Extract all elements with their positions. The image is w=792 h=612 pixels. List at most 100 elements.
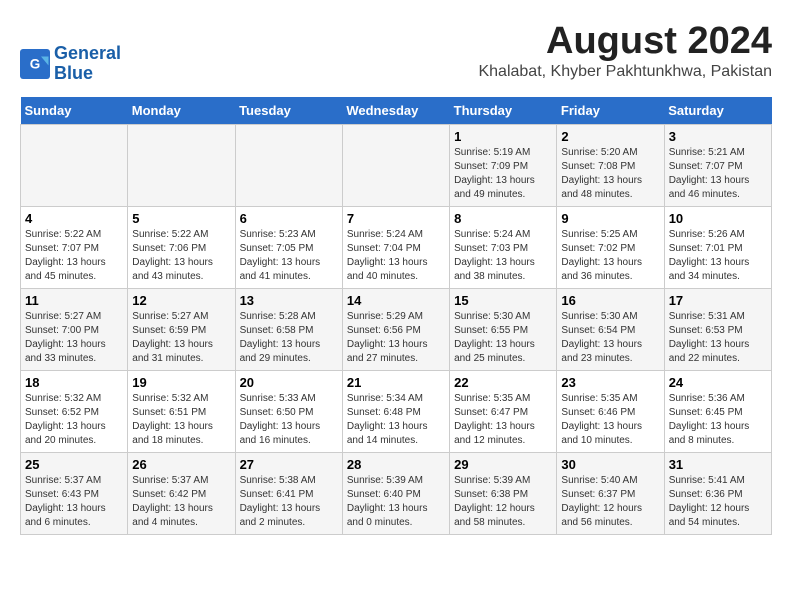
- day-info: Sunrise: 5:32 AMSunset: 6:51 PMDaylight:…: [132, 392, 230, 448]
- day-info: Sunrise: 5:39 AMSunset: 6:38 PMDaylight:…: [454, 474, 552, 530]
- day-number: 16: [561, 293, 659, 308]
- col-friday: Friday: [557, 97, 664, 125]
- cell-2-0: 11 Sunrise: 5:27 AMSunset: 7:00 PMDaylig…: [21, 289, 128, 371]
- day-info: Sunrise: 5:22 AMSunset: 7:06 PMDaylight:…: [132, 228, 230, 284]
- col-tuesday: Tuesday: [235, 97, 342, 125]
- cell-3-6: 24 Sunrise: 5:36 AMSunset: 6:45 PMDaylig…: [664, 371, 771, 453]
- day-number: 23: [561, 375, 659, 390]
- day-number: 17: [669, 293, 767, 308]
- col-monday: Monday: [128, 97, 235, 125]
- day-info: Sunrise: 5:25 AMSunset: 7:02 PMDaylight:…: [561, 228, 659, 284]
- day-number: 9: [561, 211, 659, 226]
- cell-2-2: 13 Sunrise: 5:28 AMSunset: 6:58 PMDaylig…: [235, 289, 342, 371]
- header-row: Sunday Monday Tuesday Wednesday Thursday…: [21, 97, 772, 125]
- cell-0-2: [235, 125, 342, 207]
- day-number: 12: [132, 293, 230, 308]
- day-number: 27: [240, 457, 338, 472]
- day-info: Sunrise: 5:23 AMSunset: 7:05 PMDaylight:…: [240, 228, 338, 284]
- day-info: Sunrise: 5:30 AMSunset: 6:55 PMDaylight:…: [454, 310, 552, 366]
- cell-0-6: 3 Sunrise: 5:21 AMSunset: 7:07 PMDayligh…: [664, 125, 771, 207]
- logo-text: General Blue: [54, 44, 121, 84]
- cell-3-1: 19 Sunrise: 5:32 AMSunset: 6:51 PMDaylig…: [128, 371, 235, 453]
- day-info: Sunrise: 5:28 AMSunset: 6:58 PMDaylight:…: [240, 310, 338, 366]
- cell-1-2: 6 Sunrise: 5:23 AMSunset: 7:05 PMDayligh…: [235, 207, 342, 289]
- week-row-2: 11 Sunrise: 5:27 AMSunset: 7:00 PMDaylig…: [21, 289, 772, 371]
- day-info: Sunrise: 5:27 AMSunset: 7:00 PMDaylight:…: [25, 310, 123, 366]
- day-info: Sunrise: 5:22 AMSunset: 7:07 PMDaylight:…: [25, 228, 123, 284]
- cell-0-3: [342, 125, 449, 207]
- day-info: Sunrise: 5:26 AMSunset: 7:01 PMDaylight:…: [669, 228, 767, 284]
- day-number: 24: [669, 375, 767, 390]
- day-number: 15: [454, 293, 552, 308]
- col-saturday: Saturday: [664, 97, 771, 125]
- cell-4-0: 25 Sunrise: 5:37 AMSunset: 6:43 PMDaylig…: [21, 453, 128, 535]
- cell-3-0: 18 Sunrise: 5:32 AMSunset: 6:52 PMDaylig…: [21, 371, 128, 453]
- day-info: Sunrise: 5:35 AMSunset: 6:47 PMDaylight:…: [454, 392, 552, 448]
- cell-2-6: 17 Sunrise: 5:31 AMSunset: 6:53 PMDaylig…: [664, 289, 771, 371]
- cell-3-4: 22 Sunrise: 5:35 AMSunset: 6:47 PMDaylig…: [450, 371, 557, 453]
- day-info: Sunrise: 5:24 AMSunset: 7:04 PMDaylight:…: [347, 228, 445, 284]
- cell-0-1: [128, 125, 235, 207]
- day-number: 18: [25, 375, 123, 390]
- cell-1-3: 7 Sunrise: 5:24 AMSunset: 7:04 PMDayligh…: [342, 207, 449, 289]
- day-info: Sunrise: 5:33 AMSunset: 6:50 PMDaylight:…: [240, 392, 338, 448]
- cell-4-2: 27 Sunrise: 5:38 AMSunset: 6:41 PMDaylig…: [235, 453, 342, 535]
- svg-text:G: G: [30, 57, 41, 72]
- logo-icon: G: [20, 49, 50, 79]
- logo-line1: General: [54, 44, 121, 64]
- logo-line2: Blue: [54, 64, 121, 84]
- col-thursday: Thursday: [450, 97, 557, 125]
- day-info: Sunrise: 5:41 AMSunset: 6:36 PMDaylight:…: [669, 474, 767, 530]
- cell-3-5: 23 Sunrise: 5:35 AMSunset: 6:46 PMDaylig…: [557, 371, 664, 453]
- day-number: 25: [25, 457, 123, 472]
- day-info: Sunrise: 5:19 AMSunset: 7:09 PMDaylight:…: [454, 146, 552, 202]
- cell-1-1: 5 Sunrise: 5:22 AMSunset: 7:06 PMDayligh…: [128, 207, 235, 289]
- cell-2-4: 15 Sunrise: 5:30 AMSunset: 6:55 PMDaylig…: [450, 289, 557, 371]
- cell-3-3: 21 Sunrise: 5:34 AMSunset: 6:48 PMDaylig…: [342, 371, 449, 453]
- day-number: 4: [25, 211, 123, 226]
- week-row-1: 4 Sunrise: 5:22 AMSunset: 7:07 PMDayligh…: [21, 207, 772, 289]
- day-number: 1: [454, 129, 552, 144]
- week-row-4: 25 Sunrise: 5:37 AMSunset: 6:43 PMDaylig…: [21, 453, 772, 535]
- day-info: Sunrise: 5:40 AMSunset: 6:37 PMDaylight:…: [561, 474, 659, 530]
- calendar-table: Sunday Monday Tuesday Wednesday Thursday…: [20, 97, 772, 535]
- cell-0-0: [21, 125, 128, 207]
- day-number: 5: [132, 211, 230, 226]
- day-info: Sunrise: 5:37 AMSunset: 6:43 PMDaylight:…: [25, 474, 123, 530]
- day-number: 6: [240, 211, 338, 226]
- day-number: 10: [669, 211, 767, 226]
- cell-0-5: 2 Sunrise: 5:20 AMSunset: 7:08 PMDayligh…: [557, 125, 664, 207]
- location-title: Khalabat, Khyber Pakhtunkhwa, Pakistan: [478, 63, 772, 81]
- day-info: Sunrise: 5:27 AMSunset: 6:59 PMDaylight:…: [132, 310, 230, 366]
- day-info: Sunrise: 5:30 AMSunset: 6:54 PMDaylight:…: [561, 310, 659, 366]
- cell-0-4: 1 Sunrise: 5:19 AMSunset: 7:09 PMDayligh…: [450, 125, 557, 207]
- logo: G General Blue: [20, 44, 121, 84]
- day-number: 13: [240, 293, 338, 308]
- day-number: 20: [240, 375, 338, 390]
- cell-3-2: 20 Sunrise: 5:33 AMSunset: 6:50 PMDaylig…: [235, 371, 342, 453]
- day-info: Sunrise: 5:20 AMSunset: 7:08 PMDaylight:…: [561, 146, 659, 202]
- day-number: 26: [132, 457, 230, 472]
- day-info: Sunrise: 5:32 AMSunset: 6:52 PMDaylight:…: [25, 392, 123, 448]
- cell-4-1: 26 Sunrise: 5:37 AMSunset: 6:42 PMDaylig…: [128, 453, 235, 535]
- day-number: 30: [561, 457, 659, 472]
- cell-2-1: 12 Sunrise: 5:27 AMSunset: 6:59 PMDaylig…: [128, 289, 235, 371]
- cell-4-5: 30 Sunrise: 5:40 AMSunset: 6:37 PMDaylig…: [557, 453, 664, 535]
- day-number: 11: [25, 293, 123, 308]
- top-bar: G General Blue August 2024 Khalabat, Khy…: [20, 20, 772, 89]
- day-number: 8: [454, 211, 552, 226]
- title-section: August 2024 Khalabat, Khyber Pakhtunkhwa…: [478, 20, 772, 81]
- day-info: Sunrise: 5:34 AMSunset: 6:48 PMDaylight:…: [347, 392, 445, 448]
- week-row-3: 18 Sunrise: 5:32 AMSunset: 6:52 PMDaylig…: [21, 371, 772, 453]
- cell-2-3: 14 Sunrise: 5:29 AMSunset: 6:56 PMDaylig…: [342, 289, 449, 371]
- day-info: Sunrise: 5:29 AMSunset: 6:56 PMDaylight:…: [347, 310, 445, 366]
- day-info: Sunrise: 5:38 AMSunset: 6:41 PMDaylight:…: [240, 474, 338, 530]
- day-info: Sunrise: 5:24 AMSunset: 7:03 PMDaylight:…: [454, 228, 552, 284]
- day-info: Sunrise: 5:21 AMSunset: 7:07 PMDaylight:…: [669, 146, 767, 202]
- col-wednesday: Wednesday: [342, 97, 449, 125]
- day-number: 7: [347, 211, 445, 226]
- day-number: 22: [454, 375, 552, 390]
- day-number: 31: [669, 457, 767, 472]
- cell-1-5: 9 Sunrise: 5:25 AMSunset: 7:02 PMDayligh…: [557, 207, 664, 289]
- day-number: 3: [669, 129, 767, 144]
